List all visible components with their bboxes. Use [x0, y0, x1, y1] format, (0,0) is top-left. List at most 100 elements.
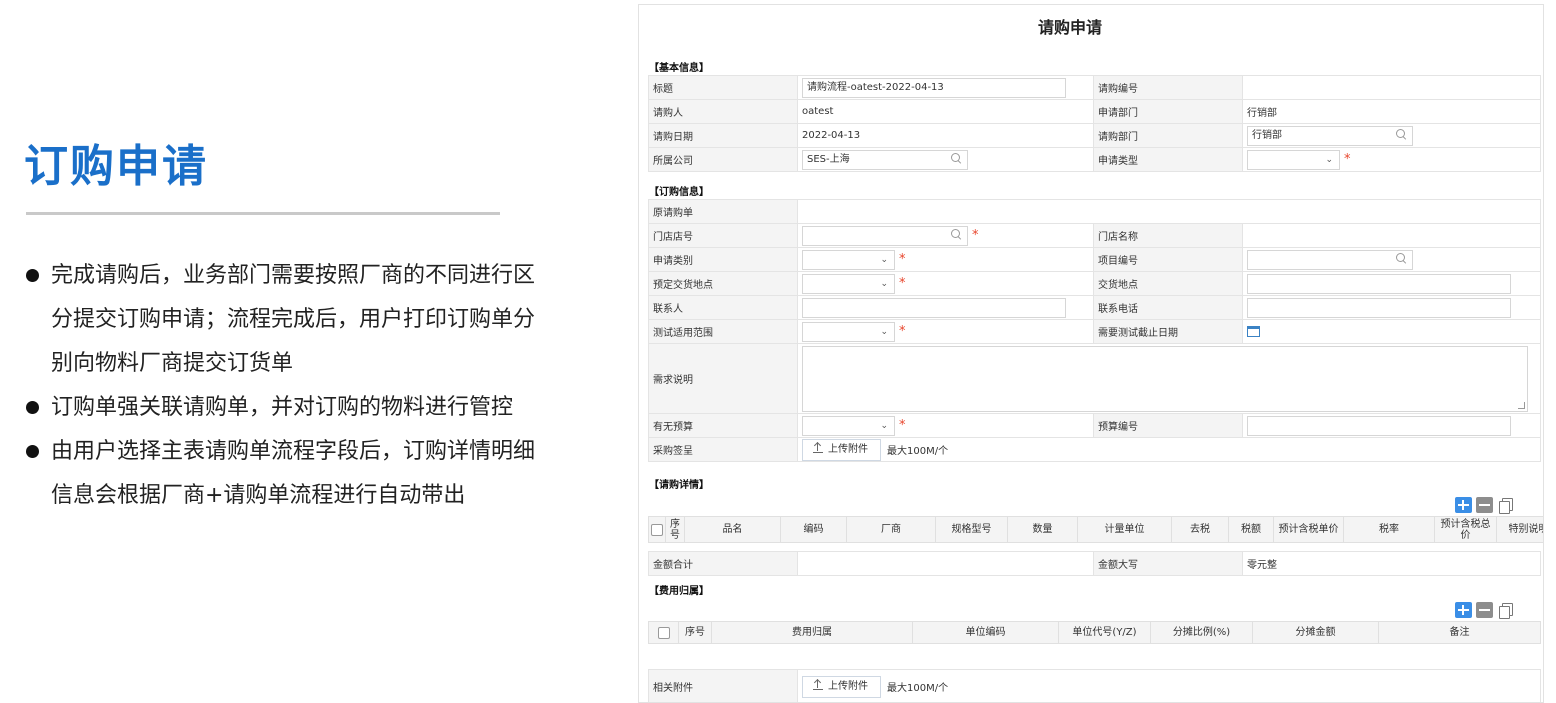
select-all-checkbox[interactable] [657, 626, 670, 639]
totals-table: 金额合计 金额大写 零元整 [648, 551, 1541, 576]
select-all-checkbox[interactable] [651, 523, 663, 536]
bullet-list: 完成请购后，业务部门需要按照厂商的不同进行区分提交订购申请；流程完成后，用户打印… [24, 254, 544, 518]
search-icon[interactable] [1396, 252, 1406, 263]
detail-col-header: 序号 [665, 516, 685, 543]
section-basic-info: 【基本信息】 [649, 63, 709, 74]
detail-col-header: 厂商 [846, 516, 936, 543]
company-input[interactable]: SES-上海 [802, 149, 968, 170]
resize-handle-icon[interactable] [1518, 401, 1525, 409]
add-row-icon[interactable] [1455, 602, 1472, 618]
detail-col-header: 预计含税总价 [1434, 516, 1497, 543]
upload-icon [813, 442, 823, 453]
required-mark: * [1344, 152, 1351, 167]
remove-row-icon[interactable] [1476, 497, 1493, 513]
description-textarea[interactable] [802, 345, 1528, 412]
budget-no-input[interactable] [1247, 415, 1511, 436]
section-cost: 【费用归属】 [649, 586, 709, 597]
title-divider [26, 212, 500, 215]
description-label: 需求说明 [648, 343, 798, 414]
detail-col-header: 税率 [1343, 516, 1435, 543]
bullet-item: 订购单强关联请购单，并对订购的物料进行管控 [24, 386, 544, 430]
basic-info-table: 标题 请购流程-oatest-2022-04-13 请购编号 请购人 oates… [648, 75, 1541, 172]
delivery-label: 交货地点 [1093, 271, 1243, 296]
form-title: 请购申请 [1037, 18, 1102, 37]
upload-attachment-button[interactable]: 上传附件 [802, 675, 881, 698]
required-mark: * [899, 418, 906, 433]
test-deadline-label: 需要测试截止日期 [1093, 319, 1243, 344]
phone-label: 联系电话 [1093, 295, 1243, 320]
title-input[interactable]: 请购流程-oatest-2022-04-13 [802, 77, 1066, 98]
purchase-request-form: 请购申请 【基本信息】 标题 请购流程-oatest-2022-04-13 请购… [638, 4, 1544, 703]
cost-col-header: 分摊金额 [1252, 621, 1379, 644]
detail-col-header: 计量单位 [1077, 516, 1172, 543]
cost-col-header: 备注 [1378, 621, 1541, 644]
cost-toolbar [1455, 602, 1514, 619]
apply-dept-label: 申请部门 [1093, 99, 1243, 124]
chevron-down-icon: ⌄ [880, 420, 888, 431]
section-order-info: 【订购信息】 [649, 187, 709, 198]
required-mark: * [899, 276, 906, 291]
apply-type-select[interactable]: ⌄ [1247, 149, 1340, 170]
bullet-dot-icon [26, 401, 39, 414]
upload-sign-button[interactable]: 上传附件 [802, 438, 881, 461]
company-label: 所属公司 [648, 147, 798, 172]
sum-label: 金额合计 [648, 551, 798, 576]
chevron-down-icon: ⌄ [880, 326, 888, 337]
detail-table-header: 序号 品名 编码 厂商 规格型号 数量 计量单位 去税 税额 预计含税单价 税率… [648, 516, 1543, 543]
phone-input[interactable] [1247, 297, 1511, 318]
detail-col-header: 去税 [1171, 516, 1229, 543]
cost-col-header: 费用归属 [711, 621, 913, 644]
required-mark: * [972, 228, 979, 243]
amount-upper-value: 零元整 [1242, 551, 1541, 576]
project-no-label: 项目编号 [1093, 247, 1243, 272]
add-row-icon[interactable] [1455, 497, 1472, 513]
cost-col-header: 分摊比例(%) [1150, 621, 1253, 644]
search-icon[interactable] [951, 152, 961, 163]
test-scope-select[interactable]: ⌄ [802, 321, 895, 342]
original-request-value[interactable] [797, 199, 1541, 224]
delivery-plan-select[interactable]: ⌄ [802, 273, 895, 294]
contact-label: 联系人 [648, 295, 798, 320]
purchase-dept-input[interactable]: 行销部 [1247, 125, 1413, 146]
chevron-down-icon: ⌄ [1325, 154, 1333, 165]
required-mark: * [899, 324, 906, 339]
budget-label: 有无预算 [648, 413, 798, 438]
required-mark: * [899, 252, 906, 267]
delivery-input[interactable] [1247, 273, 1511, 294]
cost-table-header: 序号 费用归属 单位编码 单位代号(Y/Z) 分摊比例(%) 分摊金额 备注 [648, 621, 1541, 644]
request-no-value [1242, 75, 1541, 100]
bullet-dot-icon [26, 445, 39, 458]
sign-label: 采购签呈 [648, 437, 798, 462]
applicant-label: 请购人 [648, 99, 798, 124]
copy-row-icon[interactable] [1497, 497, 1514, 514]
store-no-input[interactable] [802, 225, 968, 246]
detail-col-header: 品名 [684, 516, 781, 543]
detail-col-header: 预计含税单价 [1273, 516, 1344, 543]
section-detail: 【请购详情】 [649, 476, 1541, 491]
upload-size-hint: 最大100M/个 [887, 446, 949, 457]
detail-col-header: 特别说明 [1496, 516, 1543, 543]
project-no-input[interactable] [1247, 249, 1413, 270]
contact-input[interactable] [802, 297, 1066, 318]
attachment-table: 相关附件 上传附件 最大100M/个 [648, 669, 1541, 702]
detail-toolbar [1455, 497, 1514, 514]
upload-size-hint: 最大100M/个 [887, 683, 949, 694]
detail-col-header: 编码 [780, 516, 847, 543]
bullet-text: 订购单强关联请购单，并对订购的物料进行管控 [51, 395, 514, 420]
detail-col-header: 税额 [1228, 516, 1274, 543]
copy-row-icon[interactable] [1497, 602, 1514, 619]
calendar-icon[interactable] [1247, 325, 1260, 337]
category-select[interactable]: ⌄ [802, 249, 895, 270]
remove-row-icon[interactable] [1476, 602, 1493, 618]
search-icon[interactable] [951, 228, 961, 239]
cost-col-header: 单位代号(Y/Z) [1058, 621, 1151, 644]
store-no-label: 门店店号 [648, 223, 798, 248]
cost-col-header: 序号 [678, 621, 712, 644]
apply-dept-value[interactable]: 行销部 [1242, 99, 1541, 124]
applicant-value[interactable]: oatest [797, 99, 1094, 124]
request-no-label: 请购编号 [1093, 75, 1243, 100]
sum-value [797, 551, 1094, 576]
search-icon[interactable] [1396, 128, 1406, 139]
attachment-label: 相关附件 [648, 669, 798, 702]
budget-select[interactable]: ⌄ [802, 415, 895, 436]
